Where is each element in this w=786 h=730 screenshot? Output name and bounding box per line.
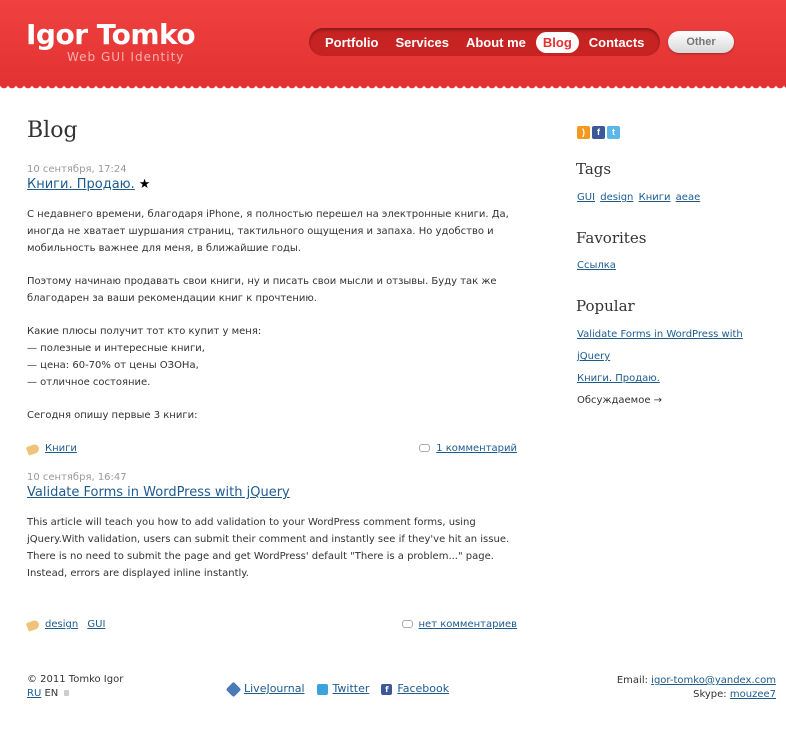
comment-icon: [419, 444, 431, 452]
other-button[interactable]: Other: [668, 31, 734, 53]
sidebar-tag-link[interactable]: GUI: [577, 192, 595, 203]
nav-about-me[interactable]: About me: [459, 32, 533, 53]
favorite-link[interactable]: Ссылка: [577, 260, 616, 271]
post-date: 10 сентября, 16:47: [27, 472, 127, 483]
skype-label: Skype:: [693, 689, 727, 700]
sidebar-tag-link[interactable]: design: [600, 192, 633, 203]
post-comments: нет комментариев: [401, 619, 517, 630]
blog-post: 10 сентября, 17:24 Книги. Продаю. ★ С нед…: [27, 164, 517, 440]
post-body: This article will teach you how to add v…: [27, 514, 517, 582]
twitter-item: Twitter: [316, 682, 370, 695]
email-link[interactable]: igor-tomko@yandex.com: [651, 675, 776, 686]
twitter-icon[interactable]: t: [607, 126, 620, 139]
post-comments: 1 комментарий: [419, 443, 517, 454]
language-switcher: RU EN: [27, 688, 70, 699]
comment-icon: [401, 620, 413, 628]
nav-portfolio[interactable]: Portfolio: [318, 32, 385, 53]
post-paragraph: С недавнего времени, благодаря iPhone, я…: [27, 209, 509, 254]
popular-link[interactable]: Книги. Продаю.: [577, 373, 660, 384]
tags-list: GUI design Книги аеае: [577, 192, 702, 203]
twitter-icon: [316, 683, 328, 695]
tag-link[interactable]: GUI: [87, 619, 105, 630]
post-title-link[interactable]: Validate Forms in WordPress with jQuery: [27, 485, 290, 500]
tag-icon: [25, 443, 41, 456]
nav-services[interactable]: Services: [388, 32, 456, 53]
skype-link[interactable]: mouzee7: [730, 689, 776, 700]
facebook-icon: f: [381, 683, 393, 695]
post-paragraph: Какие плюсы получит тот кто купит у меня…: [27, 326, 262, 388]
livejournal-icon: [225, 681, 242, 697]
tag-icon: [25, 619, 41, 632]
twitter-link[interactable]: Twitter: [333, 682, 370, 695]
nav-contacts[interactable]: Contacts: [582, 32, 652, 53]
post-meta: Книги 1 комментарий: [25, 443, 517, 459]
logo-title[interactable]: Igor Tomko: [26, 18, 196, 51]
email-label: Email:: [616, 675, 648, 686]
facebook-item: f Facebook: [381, 682, 449, 695]
tag-link[interactable]: Книги: [45, 443, 77, 454]
rss-icon[interactable]: ): [577, 126, 590, 139]
lang-en[interactable]: EN: [44, 688, 58, 699]
post-title-link[interactable]: Книги. Продаю.: [27, 177, 135, 192]
page-title: Blog: [27, 118, 78, 143]
comments-link[interactable]: 1 комментарий: [436, 443, 517, 454]
comments-link[interactable]: нет комментариев: [419, 619, 517, 630]
favorites-list: Ссылка: [577, 260, 616, 271]
copyright: © 2011 Tomko Igor: [27, 674, 124, 685]
favorites-heading: Favorites: [576, 229, 647, 247]
popular-link[interactable]: Validate Forms in WordPress with: [577, 329, 743, 340]
post-tags: design GUI: [45, 619, 111, 630]
footer-contact: Email: igor-tomko@yandex.com Skype: mouz…: [617, 674, 776, 702]
post-date: 10 сентября, 17:24: [27, 164, 127, 175]
popular-heading: Popular: [576, 297, 635, 315]
blog-post: 10 сентября, 16:47 Validate Forms in Wor…: [27, 472, 517, 598]
popular-list: Validate Forms in WordPress with jQuery …: [577, 324, 743, 412]
logo-subtitle: Web GUI Identity: [67, 50, 185, 64]
livejournal-item: LiveJournal: [225, 681, 305, 697]
discussed-link[interactable]: Обсуждаемое →: [577, 390, 743, 412]
main-nav: Portfolio Services About me Blog Contact…: [309, 28, 660, 56]
tag-link[interactable]: design: [45, 619, 78, 630]
social-icons: ) f t: [577, 126, 620, 139]
post-tags: Книги: [45, 443, 83, 454]
post-paragraph: Сегодня опишу первые 3 книги:: [27, 410, 198, 421]
nav-blog[interactable]: Blog: [535, 31, 579, 53]
sidebar-tag-link[interactable]: Книги: [639, 192, 671, 203]
post-meta: design GUI нет комментариев: [25, 619, 517, 635]
header: Igor Tomko Web GUI Identity Portfolio Se…: [0, 0, 786, 90]
sidebar-tag-link[interactable]: аеае: [676, 192, 701, 203]
star-icon[interactable]: ★: [139, 177, 151, 192]
popular-link[interactable]: jQuery: [577, 351, 610, 362]
tags-heading: Tags: [576, 160, 612, 178]
post-body: С недавнего времени, благодаря iPhone, я…: [27, 206, 517, 424]
livejournal-link[interactable]: LiveJournal: [244, 682, 305, 695]
lang-ru[interactable]: RU: [27, 688, 41, 699]
footer-social-links: LiveJournal Twitter f Facebook: [225, 681, 449, 697]
facebook-icon[interactable]: f: [592, 126, 605, 139]
lock-icon: [64, 690, 70, 696]
post-paragraph: This article will teach you how to add v…: [27, 517, 510, 579]
post-paragraph: Поэтому начинаю продавать свои книги, ну…: [27, 276, 497, 304]
facebook-link[interactable]: Facebook: [397, 682, 449, 695]
